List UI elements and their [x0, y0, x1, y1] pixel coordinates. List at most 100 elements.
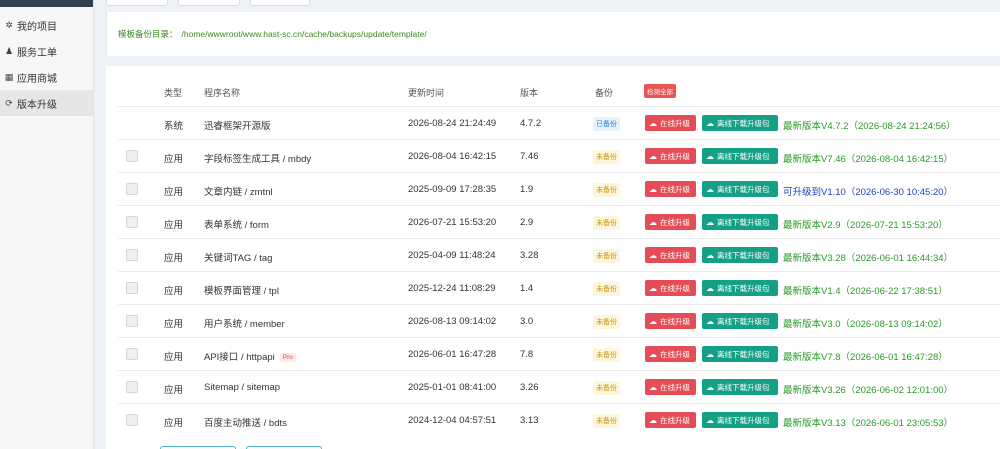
row-name-text: 关键词TAG / tag: [204, 253, 273, 264]
online-upgrade-button[interactable]: ☁ 在线升级: [645, 412, 696, 428]
row-version: 3.28: [520, 250, 539, 261]
row-name: API接口 / httpapi Pro: [204, 349, 296, 363]
cloud-download-icon: ☁: [706, 250, 714, 260]
table-row: 应用 百度主动推送 / bdts 2024-12-04 04:57:51 3.13 未备…: [118, 403, 1000, 436]
row-checkbox[interactable]: [126, 150, 138, 162]
row-type: 应用: [164, 187, 184, 198]
row-checkbox[interactable]: [126, 348, 138, 360]
online-upgrade-button[interactable]: ☁ 在线升级: [645, 280, 696, 296]
row-update-time: 2026-06-01 16:47:28: [408, 349, 497, 360]
cloud-icon: ☁: [649, 250, 657, 260]
online-upgrade-label: 在线升级: [660, 283, 690, 293]
row-type: 应用: [164, 220, 184, 231]
backup-badge: 未备份: [593, 282, 620, 296]
table-row: 应用 字段标签生成工具 / mbdy 2026-08-04 16:42:15 7.46…: [118, 139, 1000, 172]
header-version: 版本: [520, 88, 539, 98]
online-upgrade-label: 在线升级: [660, 217, 690, 227]
row-version: 3.0: [520, 316, 534, 327]
toolbar-button-stub[interactable]: [106, 0, 168, 6]
row-update-time: 2024-12-04 04:57:51: [408, 415, 497, 426]
offline-download-label: 离线下载升级包: [717, 382, 770, 392]
online-upgrade-button[interactable]: ☁ 在线升级: [645, 115, 696, 131]
row-update-time: 2025-04-09 11:48:24: [408, 250, 496, 261]
offline-download-button[interactable]: ☁ 离线下载升级包: [702, 412, 778, 428]
row-checkbox[interactable]: [126, 183, 138, 195]
sidebar-item[interactable]: ✲ 我的项目: [0, 12, 93, 38]
sidebar: ✲ 我的项目 ♟ 服务工单 ▦ 应用商城 ⟳ 版本升级: [0, 0, 94, 449]
offline-download-label: 离线下载升级包: [717, 184, 770, 194]
online-upgrade-button[interactable]: ☁ 在线升级: [645, 379, 696, 395]
detect-all-button[interactable]: 检测全部: [644, 84, 676, 98]
sidebar-header-bar: [0, 0, 93, 7]
online-upgrade-label: 在线升级: [660, 151, 690, 161]
online-upgrade-label: 在线升级: [660, 316, 690, 326]
offline-download-button[interactable]: ☁ 离线下载升级包: [702, 115, 778, 131]
table-row: 应用 表单系统 / form 2026-07-21 15:53:20 2.9 未备份 ☁ 在…: [118, 205, 1000, 238]
offline-download-label: 离线下载升级包: [717, 118, 770, 128]
offline-download-button[interactable]: ☁ 离线下载升级包: [702, 148, 778, 164]
online-upgrade-button[interactable]: ☁ 在线升级: [645, 148, 696, 164]
row-checkbox[interactable]: [126, 315, 138, 327]
header-type: 类型: [164, 88, 183, 98]
row-name-text: 文章内链 / zmtnl: [204, 187, 273, 198]
table-row: 应用 模板界面管理 / tpl 2025-12-24 11:08:29 1.4 未备份 ☁…: [118, 271, 1000, 304]
row-checkbox[interactable]: [126, 282, 138, 294]
row-name: 迅睿框架开源版: [204, 118, 271, 132]
row-type: 系统: [164, 121, 184, 132]
offline-download-button[interactable]: ☁ 离线下载升级包: [702, 379, 778, 395]
row-name: Sitemap / sitemap: [204, 382, 280, 393]
version-status: 可升级到V1.10（2026-06-30 10:45:20）: [783, 187, 954, 198]
header-name: 程序名称: [204, 88, 241, 98]
table-row: 应用 文章内链 / zmtnl 2025-09-09 17:28:35 1.9 未备份 ☁…: [118, 172, 1000, 205]
offline-download-button[interactable]: ☁ 离线下载升级包: [702, 247, 778, 263]
backup-badge: 已备份: [593, 117, 620, 131]
backup-badge: 未备份: [593, 183, 620, 197]
online-upgrade-label: 在线升级: [660, 349, 690, 359]
online-upgrade-button[interactable]: ☁ 在线升级: [645, 313, 696, 329]
row-name-text: 百度主动推送 / bdts: [204, 418, 287, 429]
cloud-download-icon: ☁: [706, 283, 714, 293]
offline-download-button[interactable]: ☁ 离线下载升级包: [702, 346, 778, 362]
online-upgrade-label: 在线升级: [660, 184, 690, 194]
cloud-icon: ☁: [649, 217, 657, 227]
row-name: 用户系统 / member: [204, 316, 285, 330]
row-update-time: 2025-12-24 11:08:29: [408, 283, 496, 294]
row-type: 应用: [164, 319, 184, 330]
row-type: 应用: [164, 352, 184, 363]
version-status: 最新版本V3.26（2026-06-02 12:01:00）: [783, 385, 954, 396]
offline-download-button[interactable]: ☁ 离线下载升级包: [702, 214, 778, 230]
online-upgrade-button[interactable]: ☁ 在线升级: [645, 247, 696, 263]
cloud-download-icon: ☁: [706, 382, 714, 392]
sidebar-item[interactable]: ▦ 应用商城: [0, 64, 93, 90]
sidebar-item[interactable]: ♟ 服务工单: [0, 38, 93, 64]
cloud-download-icon: ☁: [706, 217, 714, 227]
sidebar-item[interactable]: ⟳ 版本升级: [0, 90, 93, 116]
row-checkbox[interactable]: [126, 414, 138, 426]
cloud-download-icon: ☁: [706, 415, 714, 425]
version-status: 最新版本V7.8（2026-06-01 16:47:28）: [783, 352, 948, 363]
online-upgrade-button[interactable]: ☁ 在线升级: [645, 181, 696, 197]
online-upgrade-button[interactable]: ☁ 在线升级: [645, 346, 696, 362]
sidebar-item-label: 我的项目: [17, 21, 57, 33]
cloud-icon: ☁: [649, 184, 657, 194]
row-name-text: 表单系统 / form: [204, 220, 269, 231]
row-type: 应用: [164, 418, 184, 429]
table-row: 应用 API接口 / httpapi Pro 2026-06-01 16:47:28 7…: [118, 337, 1000, 370]
offline-download-button[interactable]: ☁ 离线下载升级包: [702, 181, 778, 197]
online-upgrade-button[interactable]: ☁ 在线升级: [645, 214, 696, 230]
row-checkbox[interactable]: [126, 249, 138, 261]
backup-badge: 未备份: [593, 348, 620, 362]
row-checkbox[interactable]: [126, 216, 138, 228]
cloud-icon: ☁: [649, 316, 657, 326]
row-version: 1.9: [520, 184, 534, 195]
toolbar-button-stub[interactable]: [250, 0, 310, 6]
offline-download-button[interactable]: ☁ 离线下载升级包: [702, 313, 778, 329]
version-status: 最新版本V2.9（2026-07-21 15:53:20）: [783, 220, 948, 231]
offline-download-button[interactable]: ☁ 离线下载升级包: [702, 280, 778, 296]
version-status: 最新版本V4.7.2（2026-08-24 21:24:56）: [783, 121, 956, 132]
row-update-time: 2025-09-09 17:28:35: [408, 184, 497, 195]
table-header: 类型 程序名称 更新时间 版本 备份: [106, 78, 1000, 106]
row-checkbox[interactable]: [126, 381, 138, 393]
toolbar-button-stub[interactable]: [178, 0, 240, 6]
online-upgrade-label: 在线升级: [660, 415, 690, 425]
